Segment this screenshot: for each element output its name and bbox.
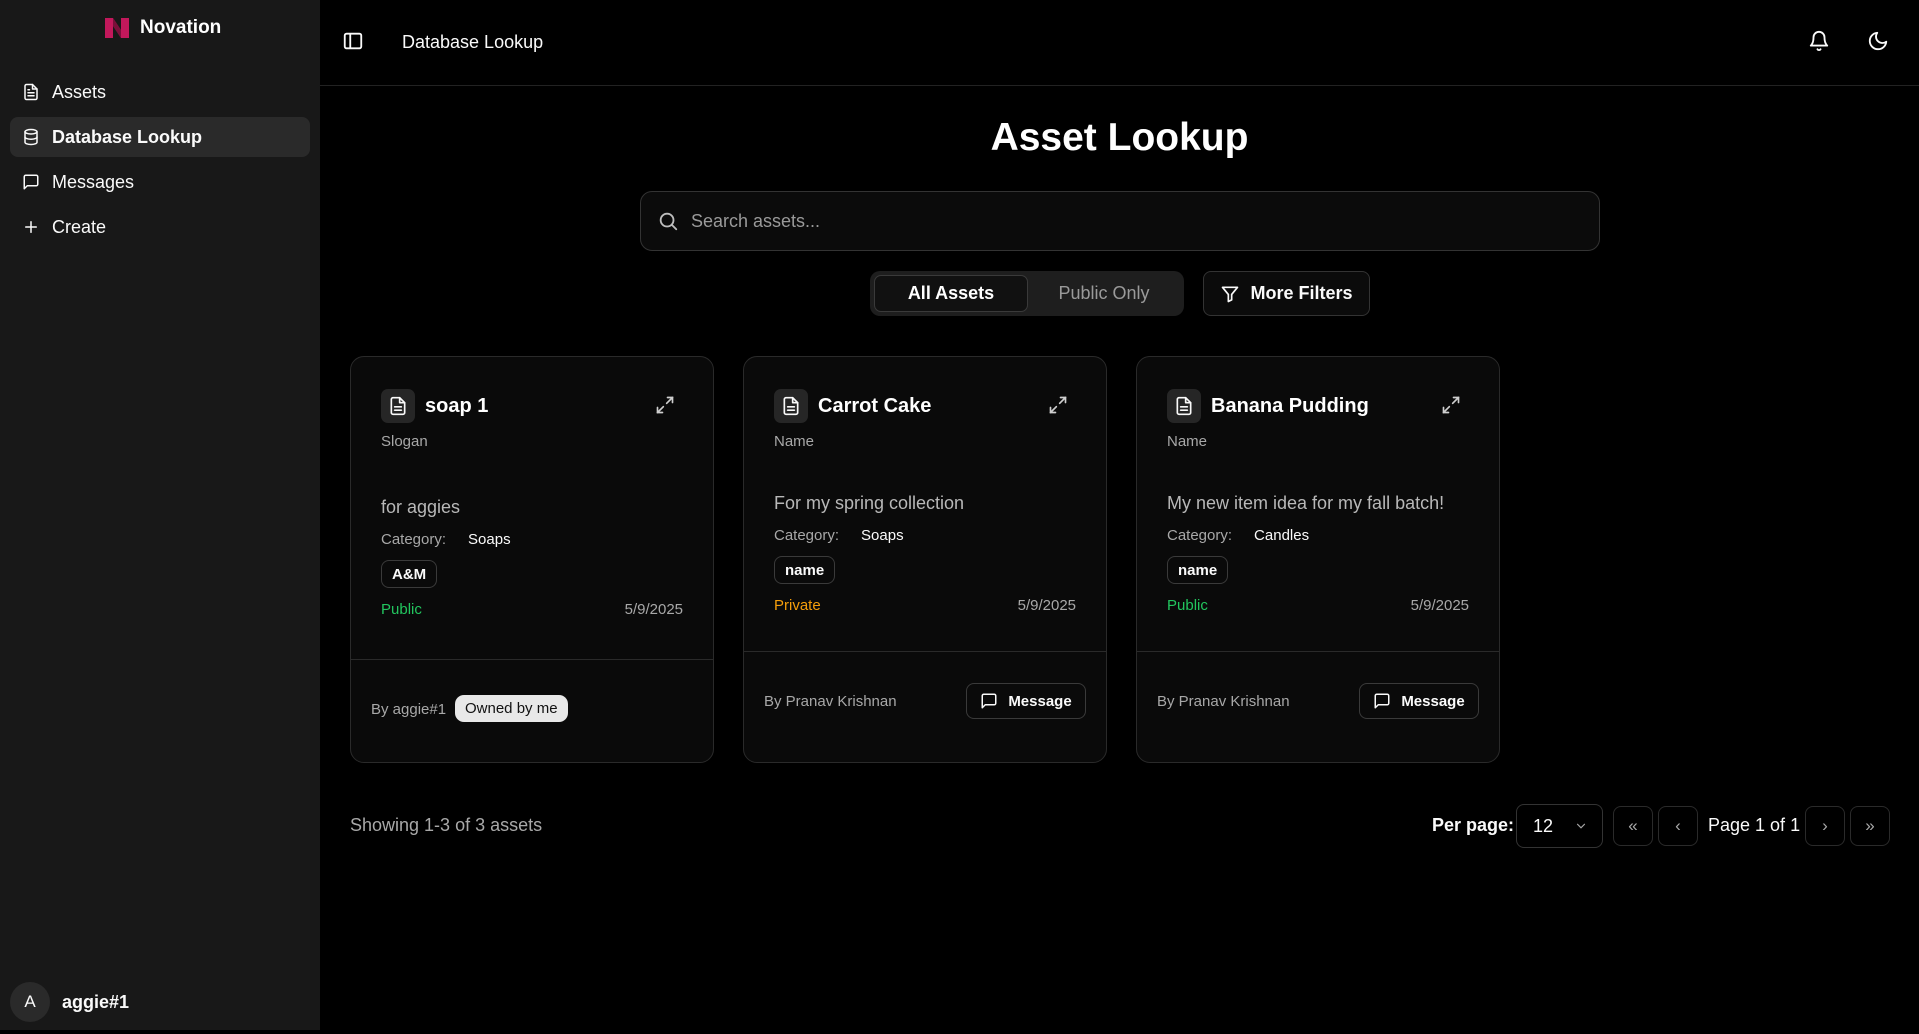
sidebar-item-label: Database Lookup	[52, 126, 203, 147]
category-value: Soaps	[468, 531, 511, 548]
results-count: Showing 1-3 of 3 assets	[350, 815, 543, 835]
prev-page-button[interactable]: ‹	[1658, 806, 1698, 846]
category-label: Category:	[1167, 527, 1233, 544]
card-date: 5/9/2025	[1017, 597, 1076, 614]
brand-name: Novation	[140, 17, 222, 38]
search-bar	[640, 191, 1600, 251]
plus-icon	[22, 218, 40, 236]
more-filters-button[interactable]: More Filters	[1203, 271, 1370, 316]
sidebar-item-create[interactable]: Create	[10, 207, 310, 247]
next-page-button[interactable]: ›	[1805, 806, 1845, 846]
sidebar-item-assets[interactable]: Assets	[10, 72, 310, 112]
database-icon	[22, 128, 40, 146]
document-icon	[774, 389, 808, 423]
message-button[interactable]: Message	[1359, 683, 1479, 719]
topbar: Database Lookup	[320, 0, 1919, 86]
visibility-status: Private	[774, 597, 821, 614]
message-icon	[22, 173, 40, 191]
card-date: 5/9/2025	[1410, 597, 1469, 614]
search-icon	[657, 210, 679, 232]
card-header: Carrot Cake	[774, 389, 931, 423]
sidebar-item-label: Create	[52, 216, 107, 237]
card-subtitle: Name	[1167, 433, 1208, 450]
sidebar-nav: Assets Database Lookup Messages Create	[10, 72, 310, 252]
category-value: Candles	[1254, 527, 1310, 544]
user-name: aggie#1	[62, 991, 130, 1012]
sidebar-item-label: Messages	[52, 171, 135, 192]
card-category: Category: Candles	[1167, 527, 1309, 544]
card-title: Carrot Cake	[818, 394, 932, 417]
per-page-value: 12	[1533, 815, 1554, 836]
breadcrumb: Database Lookup	[402, 32, 544, 52]
card-category: Category: Soaps	[774, 527, 904, 544]
message-button[interactable]: Message	[966, 683, 1086, 719]
card-description: For my spring collection	[774, 493, 965, 513]
card-category: Category: Soaps	[381, 531, 511, 548]
page-title: Asset Lookup	[990, 116, 1249, 159]
category-label: Category:	[774, 527, 840, 544]
novation-logo-icon	[104, 16, 130, 40]
card-description: My new item idea for my fall batch!	[1167, 493, 1445, 513]
brand[interactable]: Novation	[104, 16, 221, 40]
document-icon	[381, 389, 415, 423]
expand-icon[interactable]	[1048, 395, 1068, 415]
file-icon	[22, 83, 40, 101]
page-info: Page 1 of 1	[1708, 815, 1801, 835]
card-author: By Pranav Krishnan	[1157, 693, 1290, 710]
visibility-status: Public	[1167, 597, 1208, 614]
card-header: Banana Pudding	[1167, 389, 1369, 423]
tab-all-assets[interactable]: All Assets	[874, 275, 1028, 312]
message-button-label: Message	[1008, 692, 1072, 710]
sidebar-item-label: Assets	[52, 81, 107, 102]
expand-icon[interactable]	[1441, 395, 1461, 415]
bell-icon[interactable]	[1808, 30, 1830, 52]
card-divider	[744, 651, 1106, 652]
card-date: 5/9/2025	[624, 601, 683, 618]
more-filters-label: More Filters	[1250, 283, 1353, 303]
filter-icon	[1220, 284, 1240, 304]
sidebar-item-messages[interactable]: Messages	[10, 162, 310, 202]
tag-badge: name	[774, 556, 836, 584]
card-divider	[1137, 651, 1499, 652]
sidebar: Novation Assets Database Lookup Messages…	[0, 0, 320, 1030]
first-page-button[interactable]: «	[1613, 806, 1653, 846]
per-page-label: Per page:	[1432, 815, 1515, 835]
message-icon	[1373, 692, 1391, 710]
message-icon	[980, 692, 998, 710]
card-author: By aggie#1	[371, 701, 447, 718]
per-page-select[interactable]: 12	[1516, 804, 1603, 848]
tag-badge: A&M	[381, 560, 438, 588]
sidebar-item-database-lookup[interactable]: Database Lookup	[10, 117, 310, 157]
asset-card: Carrot Cake Name For my spring collectio…	[743, 356, 1107, 763]
visibility-tabs: All Assets Public Only	[870, 271, 1184, 316]
sidebar-toggle-icon[interactable]	[342, 30, 364, 52]
chevron-down-icon	[1574, 819, 1588, 833]
card-divider	[351, 659, 713, 660]
message-button-label: Message	[1401, 692, 1465, 710]
search-input[interactable]	[691, 210, 1571, 232]
moon-icon[interactable]	[1867, 30, 1889, 52]
user-menu[interactable]: A aggie#1	[10, 982, 129, 1022]
document-icon	[1167, 389, 1201, 423]
card-author: By Pranav Krishnan	[764, 693, 897, 710]
card-subtitle: Slogan	[381, 433, 428, 450]
avatar: A	[10, 982, 50, 1022]
category-label: Category:	[381, 531, 447, 548]
tab-public-only[interactable]: Public Only	[1028, 275, 1180, 312]
last-page-button[interactable]: »	[1850, 806, 1890, 846]
card-subtitle: Name	[774, 433, 815, 450]
visibility-status: Public	[381, 601, 422, 618]
card-title: Banana Pudding	[1211, 394, 1369, 417]
category-value: Soaps	[861, 527, 904, 544]
card-title: soap 1	[425, 394, 489, 417]
asset-card: Banana Pudding Name My new item idea for…	[1136, 356, 1500, 763]
expand-icon[interactable]	[655, 395, 675, 415]
owned-badge: Owned by me	[455, 695, 568, 722]
card-header: soap 1	[381, 389, 488, 423]
asset-card: soap 1 Slogan for aggies Category: Soaps…	[350, 356, 714, 763]
card-description: for aggies	[381, 497, 461, 517]
tag-badge: name	[1167, 556, 1229, 584]
